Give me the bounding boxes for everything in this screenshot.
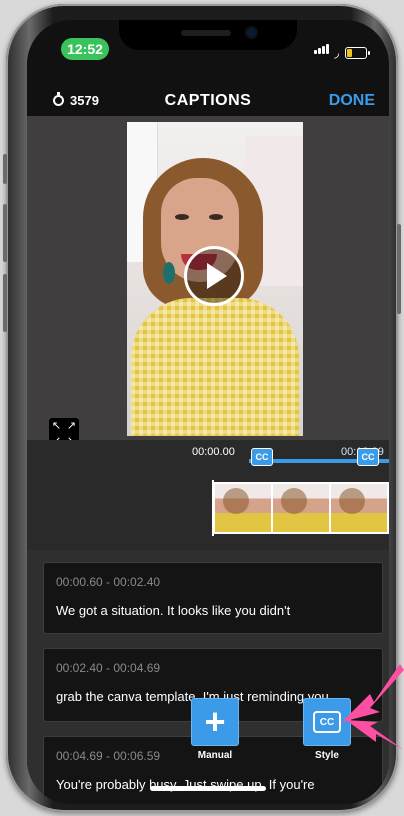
manual-caption-button[interactable]: +	[191, 698, 239, 746]
home-indicator[interactable]	[150, 786, 266, 791]
filmstrip-frame	[215, 484, 271, 532]
manual-label: Manual	[197, 750, 233, 761]
caption-time-range: 00:00.60 - 00:02.40	[56, 575, 161, 589]
notch	[119, 20, 297, 50]
mute-switch	[3, 154, 7, 184]
power-button	[397, 224, 401, 314]
play-button[interactable]	[184, 246, 244, 306]
volume-up-button	[3, 204, 7, 262]
caption-time-range: 00:04.69 - 00:06.59	[56, 749, 161, 763]
caption-time-range: 00:02.40 - 00:04.69	[56, 661, 161, 675]
done-button[interactable]: DONE	[329, 92, 375, 110]
caption-item[interactable]: 00:00.60 - 00:02.40 We got a situation. …	[43, 562, 383, 634]
play-icon	[206, 263, 227, 289]
caption-list: 00:00.60 - 00:02.40 We got a situation. …	[27, 550, 389, 804]
plus-icon: +	[204, 701, 226, 742]
yellow-gingham-dress	[131, 298, 299, 436]
signal-icon	[313, 41, 330, 59]
filmstrip-frame	[331, 484, 387, 532]
video-preview-area: ↖ ↗ ↙ ↘	[27, 116, 389, 448]
volume-down-button	[3, 274, 7, 332]
cc-marker-start[interactable]: CC	[251, 448, 273, 466]
filmstrip-frame	[273, 484, 329, 532]
status-time: 12:52	[61, 38, 109, 60]
caption-item[interactable]: 00:04.69 - 00:06.59 You're probably busy…	[43, 736, 383, 804]
video-filmstrip[interactable]	[213, 482, 389, 534]
cc-marker-end[interactable]: CC	[357, 448, 379, 466]
expand-icon: ↖	[51, 420, 62, 432]
caption-text: We got a situation. It looks like you di…	[56, 603, 291, 618]
caption-timeline: 00:00.00 00:13.89 CC CC	[27, 440, 389, 550]
front-camera	[247, 28, 256, 37]
highlight-arrow-icon	[342, 664, 404, 750]
cc-icon: CC	[313, 711, 341, 733]
status-icons: ◞	[313, 41, 370, 60]
wifi-icon: ◞	[333, 45, 339, 60]
battery-icon	[345, 47, 370, 59]
playhead[interactable]	[212, 480, 214, 536]
speaker-grille	[181, 30, 231, 36]
phone-screen: 12:52 ◞ 3579 CAPTIONS DONE ↖ ↗ 00:00.00 …	[27, 20, 389, 804]
